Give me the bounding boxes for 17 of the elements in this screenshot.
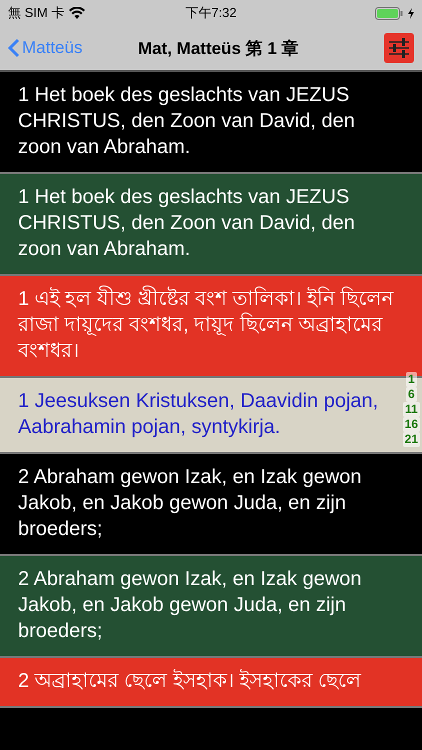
verse-index-link[interactable]: 11 — [402, 402, 420, 417]
verse-row[interactable]: 2 Abraham gewon Izak, en Izak gewon Jakob, en Jakob gewon Juda, en zijn broeders; — [0, 556, 422, 658]
verse-row[interactable]: 1 Het boek des geslachts van JEZUS CHRISTUS, den Zoon van David, den zoon van Abraham. — [0, 174, 422, 276]
verse-row[interactable]: 2 অব্রাহামের ছেলে ইসহাক। ইসহাকের ছেলে — [0, 658, 422, 708]
chevron-left-icon — [8, 38, 20, 58]
verse-index-link[interactable]: 21 — [402, 432, 420, 447]
verse-index-link[interactable]: 1 — [406, 372, 417, 387]
battery-icon — [375, 6, 403, 20]
sliders-icon — [387, 36, 411, 60]
verse-index-link[interactable]: 6 — [406, 387, 417, 402]
clock: 下午7:32 — [185, 4, 237, 22]
lightning-icon — [408, 8, 414, 18]
verse-index-link[interactable]: 16 — [402, 417, 420, 432]
settings-button[interactable] — [384, 33, 414, 63]
carrier-label: 無 SIM 卡 — [8, 4, 64, 22]
wifi-icon — [69, 7, 86, 19]
chapter-title: Mat, Matteüs 第 1 章 — [136, 38, 300, 60]
